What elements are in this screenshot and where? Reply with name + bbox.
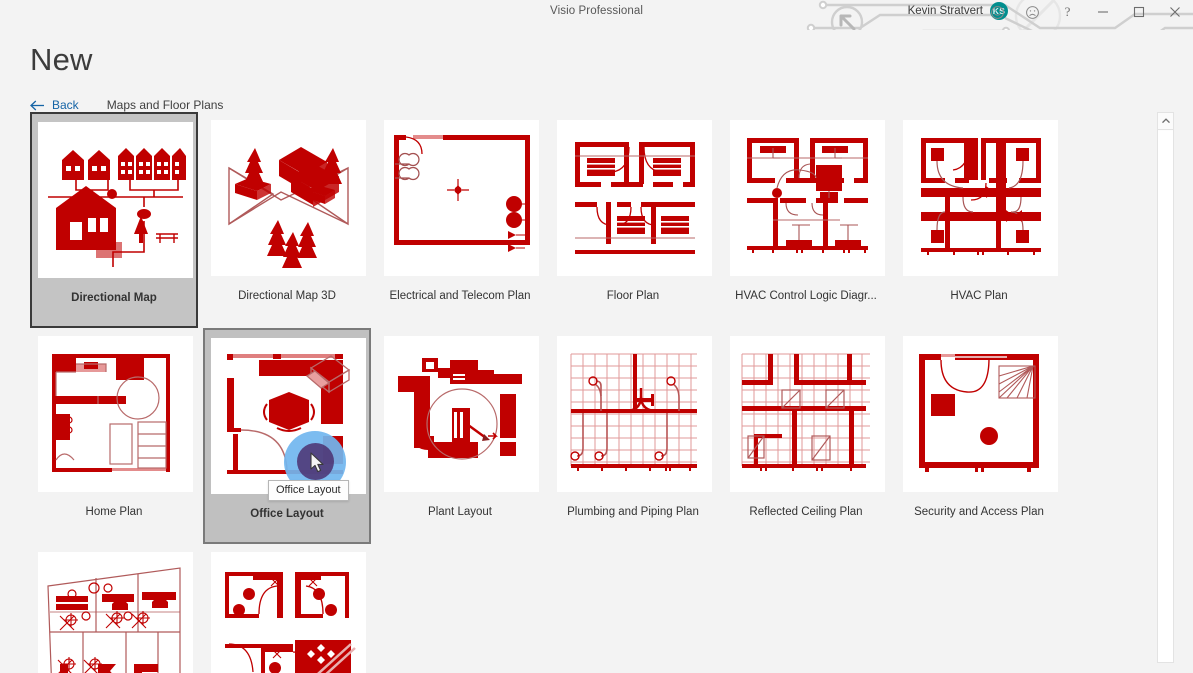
close-button[interactable]: [1157, 1, 1193, 23]
template-thumbnail-electrical-telecom: [384, 120, 539, 276]
template-thumbnail-hvac-control-logic: [730, 120, 885, 276]
template-tooltip: Office Layout: [268, 480, 349, 501]
template-card-electrical-telecom[interactable]: Electrical and Telecom Plan: [376, 112, 544, 328]
template-thumbnail-floor-plan: [557, 120, 712, 276]
template-thumbnail-hvac-plan: [903, 120, 1058, 276]
back-arrow-icon: [30, 100, 44, 110]
scroll-up-button[interactable]: [1158, 113, 1173, 130]
template-card-directional-map-3d[interactable]: Directional Map 3D: [203, 112, 371, 328]
template-thumbnail-office-layout: [211, 338, 366, 494]
template-label: Directional Map: [71, 292, 157, 304]
template-thumbnail-directional-map: [38, 122, 193, 278]
template-card-plumbing-piping[interactable]: Plumbing and Piping Plan: [549, 328, 717, 544]
template-label: Floor Plan: [606, 290, 660, 302]
template-thumbnail-plant-layout: [384, 336, 539, 492]
template-thumbnail-directional-map-3d: [211, 120, 366, 276]
template-label: Reflected Ceiling Plan: [749, 506, 863, 518]
help-icon: ?: [1064, 4, 1071, 19]
template-card-home-plan[interactable]: Home Plan: [30, 328, 198, 544]
template-card-hvac-plan[interactable]: HVAC Plan: [895, 112, 1063, 328]
page-header: New Back Maps and Floor Plans: [0, 44, 1193, 114]
template-label: Electrical and Telecom Plan: [389, 290, 531, 302]
back-button[interactable]: Back: [30, 98, 79, 112]
template-card-site-plan[interactable]: [30, 544, 198, 673]
template-thumbnail-security-access: [903, 336, 1058, 492]
template-label: Plumbing and Piping Plan: [567, 506, 699, 518]
template-label: HVAC Control Logic Diagr...: [735, 290, 877, 302]
window-controls: ?: [980, 0, 1193, 24]
template-gallery[interactable]: Directional Map Directional Map 3D Elect…: [0, 112, 1145, 673]
template-label: Security and Access Plan: [914, 506, 1044, 518]
chevron-up-icon: [1161, 118, 1170, 124]
template-card-directional-map[interactable]: Directional Map: [30, 112, 198, 328]
template-card-security-access[interactable]: Security and Access Plan: [895, 328, 1063, 544]
breadcrumb-category: Maps and Floor Plans: [106, 98, 224, 112]
template-card-plant-layout[interactable]: Plant Layout: [376, 328, 544, 544]
template-thumbnail-space-plan: [211, 552, 366, 673]
template-card-space-plan[interactable]: [203, 544, 371, 673]
template-thumbnail-plumbing-piping: [557, 336, 712, 492]
template-label: HVAC Plan: [950, 290, 1008, 302]
template-card-hvac-control-logic[interactable]: HVAC Control Logic Diagr...: [722, 112, 890, 328]
template-grid: Directional Map Directional Map 3D Elect…: [0, 112, 1145, 673]
template-label: Home Plan: [85, 506, 143, 518]
back-label: Back: [52, 98, 79, 112]
template-card-office-layout[interactable]: Office Layout: [203, 328, 371, 544]
scrollbar-track[interactable]: [1158, 131, 1173, 662]
template-thumbnail-home-plan: [38, 336, 193, 492]
template-label: Directional Map 3D: [238, 290, 336, 302]
maximize-button[interactable]: [1121, 1, 1157, 23]
page-title: New: [30, 42, 93, 77]
title-bar: Visio Professional Kevin Stratvert KS ?: [0, 0, 1193, 30]
account-name: Kevin Stratvert: [907, 5, 983, 17]
help-button[interactable]: ?: [1050, 1, 1085, 23]
template-label: Plant Layout: [428, 506, 492, 518]
template-card-floor-plan[interactable]: Floor Plan: [549, 112, 717, 328]
template-thumbnail-site-plan: [38, 552, 193, 673]
send-a-frown-icon[interactable]: [1015, 1, 1050, 23]
template-label: Office Layout: [250, 508, 324, 520]
minimize-button[interactable]: [1085, 1, 1121, 23]
gallery-scrollbar[interactable]: [1157, 112, 1174, 663]
template-thumbnail-reflected-ceiling: [730, 336, 885, 492]
send-a-smile-icon[interactable]: [980, 1, 1015, 23]
template-card-reflected-ceiling[interactable]: Reflected Ceiling Plan: [722, 328, 890, 544]
